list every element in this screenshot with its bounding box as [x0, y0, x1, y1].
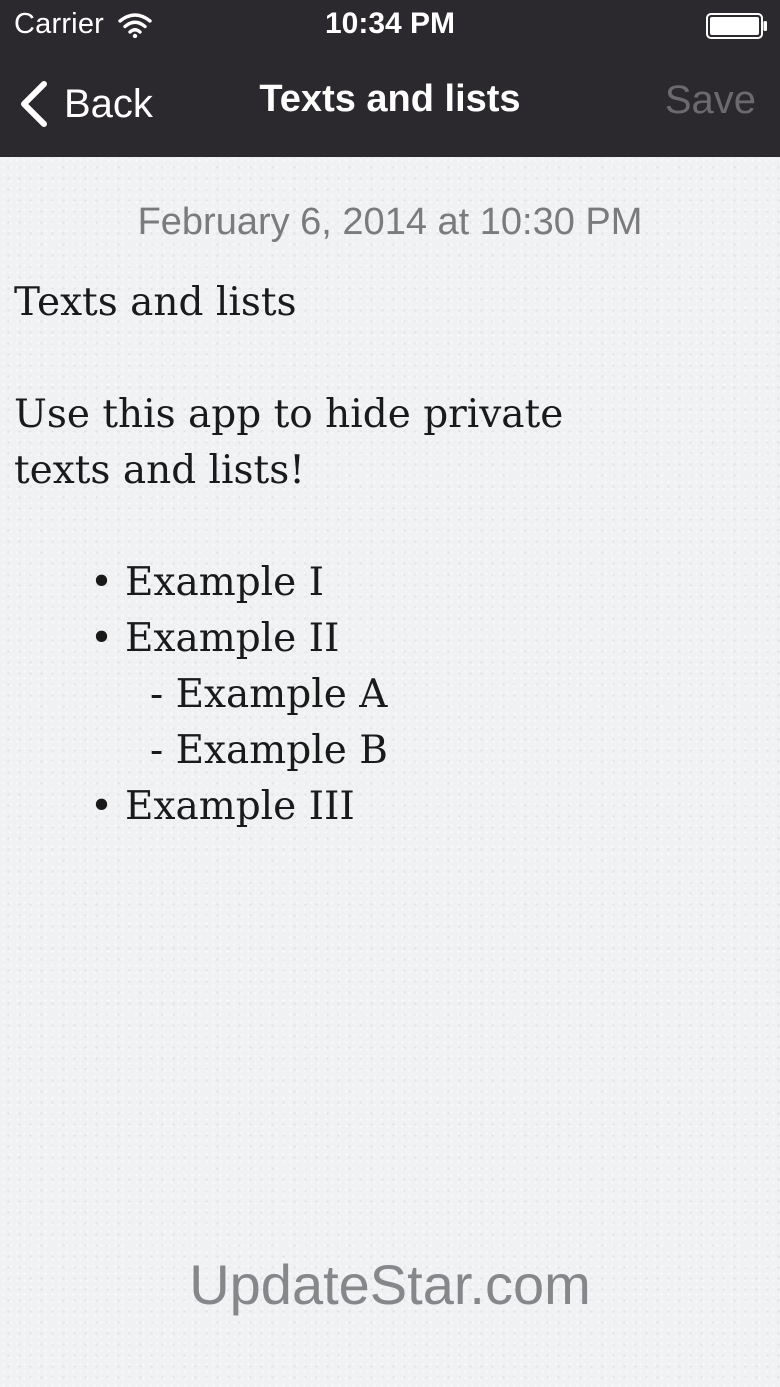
list-item-text: Example II	[125, 616, 340, 661]
navigation-bar: Back Texts and lists Save	[0, 50, 780, 157]
list-item-text: Example B	[175, 728, 388, 773]
note-timestamp: February 6, 2014 at 10:30 PM	[137, 201, 643, 243]
top-bar: Carrier 10:34 PM Back Texts and lists Sa…	[0, 0, 780, 157]
note-intro-line: texts and lists!	[14, 448, 305, 493]
sub-item-prefix: -	[150, 672, 176, 717]
save-button[interactable]: Save	[665, 78, 756, 123]
status-bar: Carrier 10:34 PM	[0, 0, 780, 50]
list-item: • Example I	[14, 555, 766, 611]
note-list: • Example I • Example II - Example A - E…	[14, 555, 766, 835]
sub-list-item: - Example A	[14, 667, 766, 723]
note-intro-line: Use this app to hide private	[14, 392, 564, 437]
status-clock: 10:34 PM	[324, 7, 456, 40]
list-item: • Example III	[14, 779, 766, 835]
battery-icon	[706, 13, 767, 39]
back-button[interactable]: Back	[16, 78, 153, 130]
watermark: UpdateStar.com	[189, 1253, 591, 1316]
back-label: Back	[64, 81, 153, 126]
chevron-left-icon	[21, 81, 47, 127]
note-blank-line	[14, 331, 766, 387]
note-text-editor[interactable]: Texts and lists Use this app to hide pri…	[14, 275, 766, 835]
note-area[interactable]: February 6, 2014 at 10:30 PM Texts and l…	[0, 157, 780, 1387]
note-blank-line	[14, 499, 766, 555]
bullet-icon: •	[90, 784, 114, 829]
sub-list-item: - Example B	[14, 723, 766, 779]
list-item-text: Example III	[125, 784, 355, 829]
list-item: • Example II	[14, 611, 766, 667]
sub-item-prefix: -	[150, 728, 176, 773]
bullet-icon: •	[90, 560, 114, 605]
list-item-text: Example I	[125, 560, 325, 605]
list-item-text: Example A	[175, 672, 388, 717]
bullet-icon: •	[90, 616, 114, 661]
note-title-line: Texts and lists	[14, 280, 297, 325]
